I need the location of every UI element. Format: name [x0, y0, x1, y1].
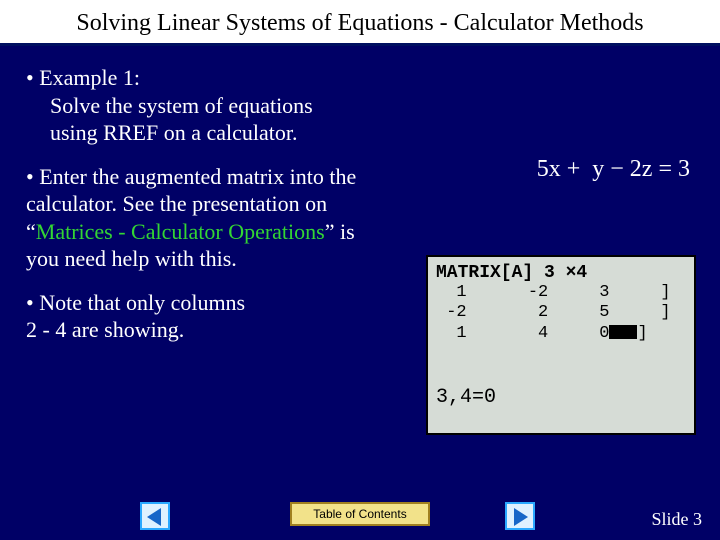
slide: Solving Linear Systems of Equations - Ca…: [0, 0, 720, 540]
bullet-text: 2 - 4 are showing.: [26, 317, 184, 342]
equation-row: 5x + y − 2z = 3: [523, 153, 690, 187]
cursor-icon: [609, 325, 637, 339]
slide-number: Slide 3: [651, 509, 702, 530]
bullet-text: • Example 1:: [26, 65, 140, 90]
title-bar: Solving Linear Systems of Equations - Ca…: [0, 0, 720, 46]
bullet-text: Solve the system of equations: [50, 92, 313, 120]
calc-row-text: 1 4 0: [436, 324, 609, 343]
calc-header: MATRIX[A] 3 ×4: [436, 263, 686, 283]
bullet-text: using RREF on a calculator.: [50, 119, 297, 147]
calc-row: -2 2 5 ]: [436, 303, 686, 323]
bullet-example: • Example 1: Solve the system of equatio…: [26, 64, 396, 147]
calc-row: 1 4 0]: [436, 324, 686, 344]
toc-button[interactable]: Table of Contents: [290, 502, 430, 526]
calc-row-text: ]: [637, 324, 647, 343]
next-button[interactable]: [505, 502, 535, 530]
calculator-screen: MATRIX[A] 3 ×4 1 -2 3 ] -2 2 5 ] 1 4 0] …: [426, 255, 696, 435]
page-title: Solving Linear Systems of Equations - Ca…: [14, 10, 706, 37]
calc-status: 3,4=0: [436, 386, 686, 409]
bullet-note-columns: • Note that only columns 2 - 4 are showi…: [26, 289, 326, 344]
bullet-text: • Note that only columns: [26, 290, 245, 315]
prev-button[interactable]: [140, 502, 170, 530]
nav-bar: Table of Contents: [0, 500, 720, 530]
bullet-enter-matrix: • Enter the augmented matrix into the ca…: [26, 163, 386, 273]
link-matrices-presentation[interactable]: Matrices - Calculator Operations: [36, 219, 325, 244]
calc-row: 1 -2 3 ]: [436, 283, 686, 303]
